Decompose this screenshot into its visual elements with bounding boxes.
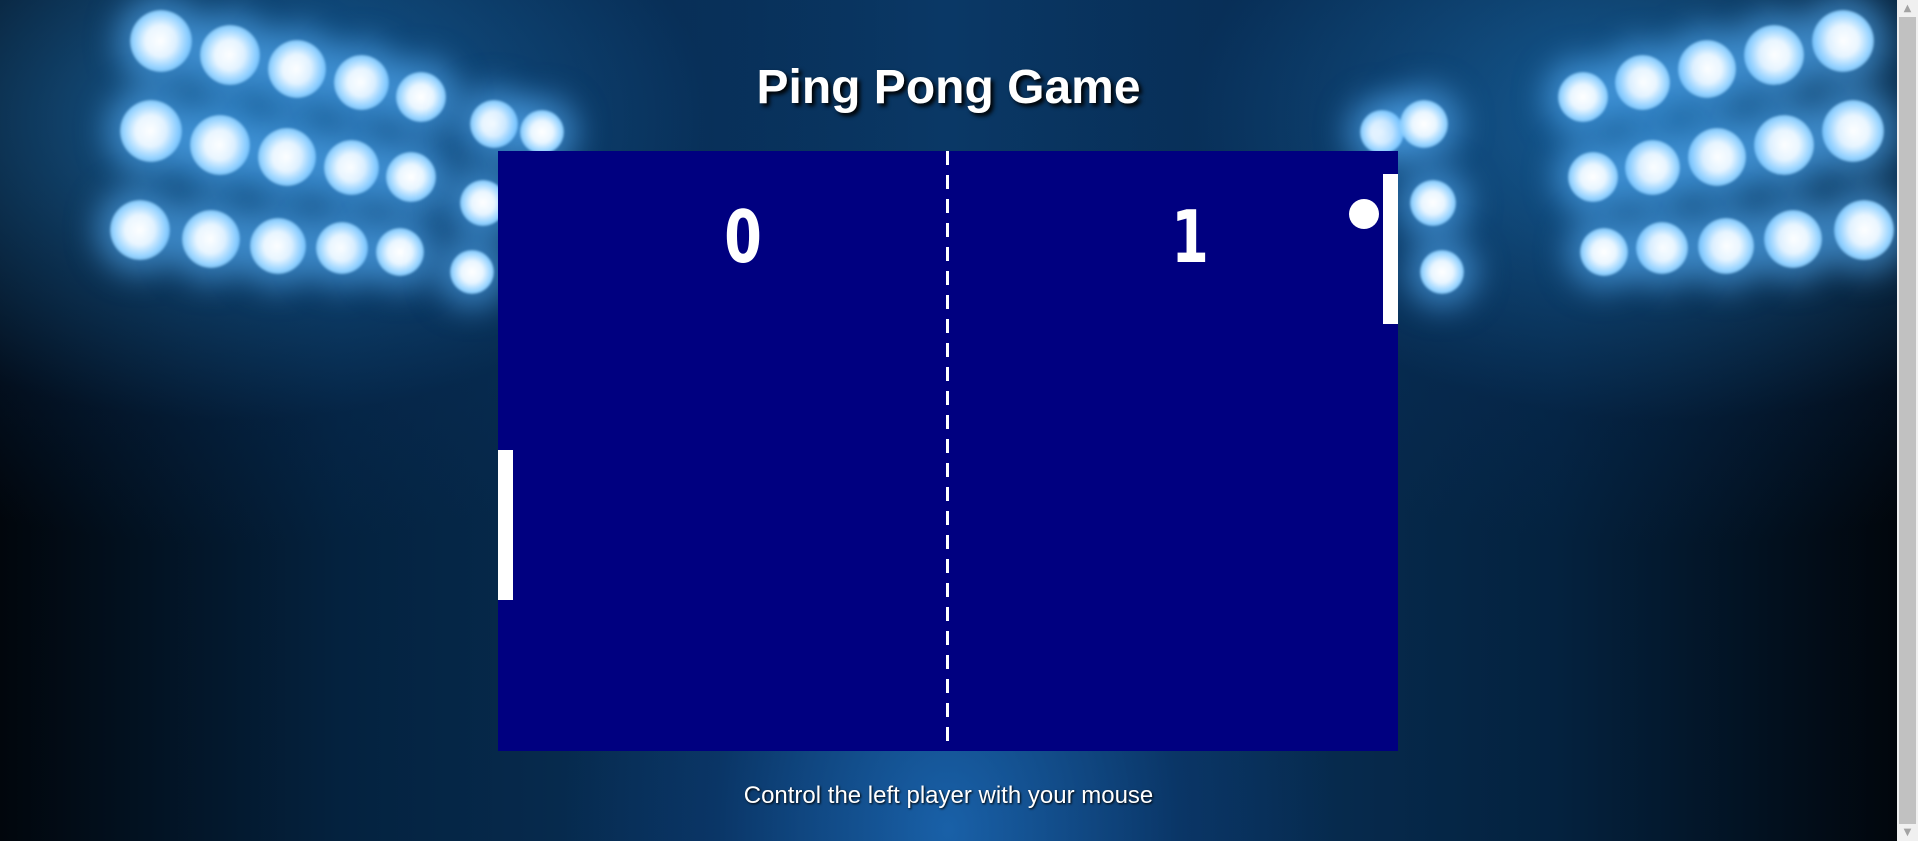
right-player-score: 1 [1171,195,1209,279]
scroll-down-arrow-icon[interactable]: ▼ [1897,824,1918,841]
center-net [946,151,949,751]
left-paddle[interactable] [498,450,513,600]
right-floodlights [1430,0,1897,320]
scrollbar-thumb[interactable] [1899,17,1916,824]
scroll-up-arrow-icon[interactable]: ▲ [1897,0,1918,17]
vertical-scrollbar[interactable]: ▲ ▼ [1897,0,1918,841]
left-player-score: 0 [724,195,762,279]
game-canvas[interactable]: 0 1 [498,151,1398,751]
instructions-text: Control the left player with your mouse [743,782,1154,809]
right-paddle [1383,174,1398,324]
page-title: Ping Pong Game [756,61,1141,114]
ball [1349,199,1379,229]
